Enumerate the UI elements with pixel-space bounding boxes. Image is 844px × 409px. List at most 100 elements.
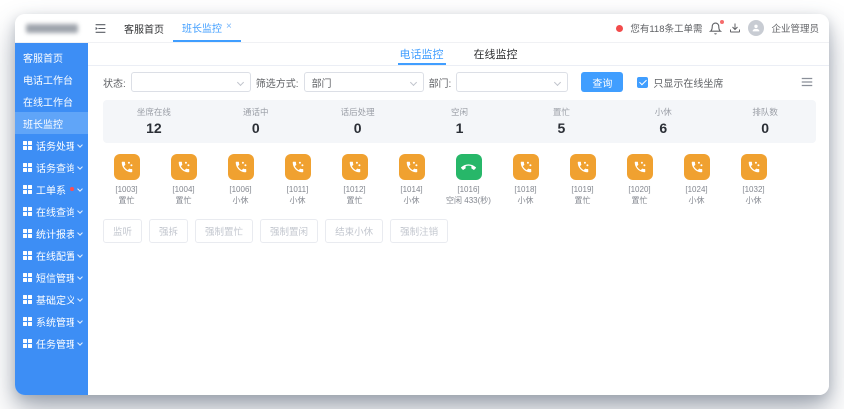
- stat-item: 通话中 0: [205, 106, 307, 136]
- agent-id: [1014]: [400, 185, 423, 194]
- sidebar-item-label: 话务处理: [36, 141, 74, 153]
- tab-online-monitor[interactable]: 在线监控: [472, 43, 520, 65]
- sidebar-item[interactable]: 话务处理: [15, 134, 88, 156]
- sidebar-item[interactable]: 任务管理: [15, 332, 88, 354]
- sidebar-item[interactable]: 客服首页: [15, 46, 88, 68]
- chevron-down-icon: [409, 78, 417, 86]
- phone-busy-icon[interactable]: [569, 154, 596, 180]
- filter-mode-label: 筛选方式:: [255, 78, 299, 90]
- sidebar-item[interactable]: 基础定义: [15, 288, 88, 310]
- list-view-icon[interactable]: [800, 75, 814, 89]
- user-avatar[interactable]: [748, 20, 765, 36]
- topbar-right: 您有118条工单需 企业管理员: [616, 19, 819, 36]
- sidebar-item[interactable]: 在线配置: [15, 244, 88, 266]
- sidebar-item[interactable]: 统计报表: [15, 222, 88, 244]
- sidebar-item[interactable]: 在线工作台: [15, 90, 88, 112]
- filter-mode-select[interactable]: 部门: [303, 72, 424, 92]
- bell-icon[interactable]: [709, 19, 725, 35]
- stat-value: 1: [455, 120, 464, 136]
- sidebar-item[interactable]: 系统管理: [15, 310, 88, 332]
- stat-value: 5: [557, 120, 566, 136]
- sidebar-item[interactable]: 话务查询: [15, 156, 88, 178]
- page-tab-monitor-label: 班长监控: [182, 23, 222, 35]
- phone-busy-icon[interactable]: [341, 154, 368, 180]
- bell-badge: [720, 19, 725, 24]
- agent-status: 置忙: [175, 196, 192, 205]
- phone-busy-icon[interactable]: [227, 154, 254, 180]
- phone-busy-icon[interactable]: [170, 154, 197, 180]
- agent-id: [1016]: [457, 185, 480, 194]
- stat-label: 通话中: [243, 107, 269, 117]
- dept-select[interactable]: [456, 72, 569, 92]
- chevron-down-icon: [554, 78, 562, 86]
- online-only-checkbox[interactable]: [637, 76, 649, 88]
- sidebar-item[interactable]: 工单系统: [15, 178, 88, 200]
- chevron-down-icon: [77, 318, 83, 324]
- agent-id: [1019]: [571, 185, 594, 194]
- sidebar-item[interactable]: 班长监控: [15, 112, 88, 134]
- logo: [25, 23, 78, 33]
- dept-label: 部门:: [428, 78, 452, 90]
- status-select[interactable]: [130, 72, 251, 92]
- user-name[interactable]: 企业管理员: [771, 21, 819, 35]
- chevron-down-icon: [77, 142, 83, 148]
- sidebar: 客服首页电话工作台在线工作台班长监控话务处理话务查询工单系统在线查询统计报表在线…: [15, 43, 88, 395]
- download-icon[interactable]: [729, 22, 741, 34]
- sidebar-item[interactable]: 短信管理: [15, 266, 88, 288]
- page-tab-monitor[interactable]: 班长监控 ×: [173, 14, 241, 42]
- chevron-down-icon: [77, 164, 83, 170]
- sidebar-item-label: 电话工作台: [23, 75, 73, 87]
- action-button[interactable]: 监听: [103, 219, 143, 243]
- stat-item: 置忙 5: [510, 106, 612, 136]
- action-button[interactable]: 强拆: [149, 219, 189, 243]
- close-icon[interactable]: ×: [226, 22, 232, 32]
- workorder-notice[interactable]: 您有118条工单需: [630, 21, 702, 35]
- agent-status: 置忙: [631, 196, 648, 205]
- stat-value: 6: [659, 120, 668, 136]
- phone-busy-icon[interactable]: [683, 154, 710, 180]
- notice-dot-icon: [616, 24, 624, 32]
- agent-card: [1020] 置忙: [611, 154, 668, 206]
- stat-item: 小休 6: [612, 106, 714, 136]
- stat-label: 小休: [654, 107, 672, 117]
- page-tabs: 客服首页 班长监控 ×: [115, 14, 241, 42]
- sidebar-item-label: 统计报表: [36, 229, 74, 241]
- sidebar-item-label: 任务管理: [36, 339, 74, 351]
- grid-icon: [23, 162, 32, 172]
- agent-card: [1019] 置忙: [554, 154, 611, 206]
- stat-item: 话后处理 0: [307, 106, 409, 136]
- menu-fold-icon[interactable]: [94, 22, 107, 35]
- logo-area: [15, 23, 88, 33]
- sidebar-item[interactable]: 在线查询: [15, 200, 88, 222]
- phone-busy-icon[interactable]: [512, 154, 539, 180]
- query-button[interactable]: 查询: [581, 72, 624, 92]
- action-button[interactable]: 强制置忙: [195, 219, 254, 243]
- action-button[interactable]: 结束小休: [325, 219, 384, 243]
- agent-status: 小休: [745, 196, 762, 205]
- status-label: 状态:: [103, 78, 126, 90]
- phone-busy-icon[interactable]: [740, 154, 767, 180]
- agent-status: 置忙: [118, 196, 135, 205]
- chevron-down-icon: [77, 208, 83, 214]
- phone-busy-icon[interactable]: [113, 154, 140, 180]
- phone-busy-icon[interactable]: [284, 154, 311, 180]
- grid-icon: [23, 316, 32, 326]
- sidebar-item-label: 在线查询: [36, 207, 74, 219]
- chevron-down-icon: [77, 186, 83, 192]
- agent-card: [1004] 置忙: [155, 154, 212, 206]
- action-button[interactable]: 强制置闲: [260, 219, 319, 243]
- phone-busy-icon[interactable]: [398, 154, 425, 180]
- phone-busy-icon[interactable]: [626, 154, 653, 180]
- sidebar-item[interactable]: 电话工作台: [15, 68, 88, 90]
- sidebar-item-label: 客服首页: [23, 53, 63, 65]
- page-tab-home[interactable]: 客服首页: [115, 14, 173, 42]
- grid-icon: [23, 338, 32, 348]
- agent-card: [1011] 小休: [269, 154, 326, 206]
- agent-status: 小休: [517, 196, 534, 205]
- agent-card: [1014] 小休: [383, 154, 440, 206]
- phone-idle-icon[interactable]: [455, 154, 482, 180]
- agent-status: 小休: [232, 196, 249, 205]
- action-button[interactable]: 强制注销: [390, 219, 449, 243]
- agent-id: [1011]: [286, 185, 309, 194]
- tab-phone-monitor[interactable]: 电话监控: [398, 43, 446, 65]
